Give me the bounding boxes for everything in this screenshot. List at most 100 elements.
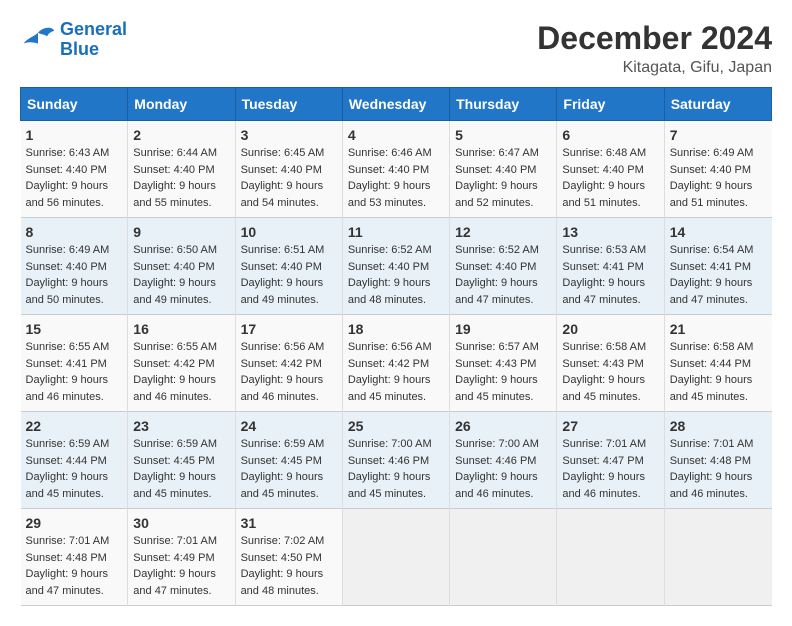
calendar-cell: 29 Sunrise: 7:01 AMSunset: 4:48 PMDayligh… [21,509,128,606]
calendar-cell: 19Sunrise: 6:57 AMSunset: 4:43 PMDayligh… [450,315,557,412]
calendar-row: 22 Sunrise: 6:59 AMSunset: 4:44 PMDayligh… [21,412,772,509]
day-number: 21 [670,321,767,337]
col-tuesday: Tuesday [235,88,342,121]
calendar-cell: 2Sunrise: 6:44 AMSunset: 4:40 PMDaylight… [128,121,235,218]
day-number: 14 [670,224,767,240]
day-number: 7 [670,127,767,143]
day-info: Sunrise: 6:43 AMSunset: 4:40 PMDaylight:… [26,145,123,211]
day-number: 31 [241,515,337,531]
calendar-cell: 27 Sunrise: 7:01 AMSunset: 4:47 PMDayligh… [557,412,664,509]
calendar-cell: 12Sunrise: 6:52 AMSunset: 4:40 PMDayligh… [450,218,557,315]
calendar-cell: 24Sunrise: 6:59 AMSunset: 4:45 PMDayligh… [235,412,342,509]
col-wednesday: Wednesday [342,88,449,121]
calendar-row: 8 Sunrise: 6:49 AMSunset: 4:40 PMDaylight… [21,218,772,315]
day-number: 29 [26,515,123,531]
day-info: Sunrise: 6:53 AMSunset: 4:41 PMDaylight:… [562,242,658,308]
day-info: Sunrise: 7:01 AMSunset: 4:49 PMDaylight:… [133,533,229,599]
day-info: Sunrise: 6:52 AMSunset: 4:40 PMDaylight:… [348,242,444,308]
day-number: 4 [348,127,444,143]
day-info: Sunrise: 6:58 AMSunset: 4:44 PMDaylight:… [670,339,767,405]
day-info: Sunrise: 6:50 AMSunset: 4:40 PMDaylight:… [133,242,229,308]
day-info: Sunrise: 7:01 AMSunset: 4:47 PMDaylight:… [562,436,658,502]
day-number: 6 [562,127,658,143]
header-row: Sunday Monday Tuesday Wednesday Thursday… [21,88,772,121]
day-info: Sunrise: 6:55 AMSunset: 4:42 PMDaylight:… [133,339,229,405]
col-monday: Monday [128,88,235,121]
day-number: 15 [26,321,123,337]
day-number: 18 [348,321,444,337]
calendar-cell: 8 Sunrise: 6:49 AMSunset: 4:40 PMDaylight… [21,218,128,315]
day-info: Sunrise: 6:56 AMSunset: 4:42 PMDaylight:… [241,339,337,405]
day-number: 16 [133,321,229,337]
calendar-cell: 31Sunrise: 7:02 AMSunset: 4:50 PMDayligh… [235,509,342,606]
calendar-cell: 13 Sunrise: 6:53 AMSunset: 4:41 PMDayligh… [557,218,664,315]
calendar-cell [342,509,449,606]
day-number: 3 [241,127,337,143]
day-info: Sunrise: 7:00 AMSunset: 4:46 PMDaylight:… [455,436,551,502]
logo-text: General Blue [60,20,127,60]
calendar-cell: 7 Sunrise: 6:49 AMSunset: 4:40 PMDaylight… [664,121,771,218]
calendar-cell: 17Sunrise: 6:56 AMSunset: 4:42 PMDayligh… [235,315,342,412]
day-number: 5 [455,127,551,143]
day-info: Sunrise: 6:54 AMSunset: 4:41 PMDaylight:… [670,242,767,308]
calendar-cell: 21 Sunrise: 6:58 AMSunset: 4:44 PMDayligh… [664,315,771,412]
calendar-table: Sunday Monday Tuesday Wednesday Thursday… [20,87,772,606]
day-number: 28 [670,418,767,434]
calendar-cell: 20 Sunrise: 6:58 AMSunset: 4:43 PMDayligh… [557,315,664,412]
day-info: Sunrise: 6:59 AMSunset: 4:45 PMDaylight:… [133,436,229,502]
calendar-cell: 26 Sunrise: 7:00 AMSunset: 4:46 PMDayligh… [450,412,557,509]
day-info: Sunrise: 6:46 AMSunset: 4:40 PMDaylight:… [348,145,444,211]
calendar-cell [557,509,664,606]
day-info: Sunrise: 6:58 AMSunset: 4:43 PMDaylight:… [562,339,658,405]
calendar-cell: 4 Sunrise: 6:46 AMSunset: 4:40 PMDaylight… [342,121,449,218]
day-number: 12 [455,224,551,240]
day-info: Sunrise: 7:01 AMSunset: 4:48 PMDaylight:… [26,533,123,599]
day-info: Sunrise: 6:59 AMSunset: 4:45 PMDaylight:… [241,436,337,502]
calendar-cell: 23 Sunrise: 6:59 AMSunset: 4:45 PMDayligh… [128,412,235,509]
calendar-cell: 18 Sunrise: 6:56 AMSunset: 4:42 PMDayligh… [342,315,449,412]
day-number: 13 [562,224,658,240]
day-number: 27 [562,418,658,434]
day-number: 23 [133,418,229,434]
col-thursday: Thursday [450,88,557,121]
day-number: 1 [26,127,123,143]
day-number: 10 [241,224,337,240]
calendar-row: 29 Sunrise: 7:01 AMSunset: 4:48 PMDayligh… [21,509,772,606]
day-number: 26 [455,418,551,434]
calendar-row: 15Sunrise: 6:55 AMSunset: 4:41 PMDayligh… [21,315,772,412]
day-info: Sunrise: 7:01 AMSunset: 4:48 PMDaylight:… [670,436,767,502]
col-sunday: Sunday [21,88,128,121]
calendar-cell: 3 Sunrise: 6:45 AMSunset: 4:40 PMDaylight… [235,121,342,218]
calendar-cell: 28 Sunrise: 7:01 AMSunset: 4:48 PMDayligh… [664,412,771,509]
calendar-cell [664,509,771,606]
day-number: 19 [455,321,551,337]
day-info: Sunrise: 6:49 AMSunset: 4:40 PMDaylight:… [670,145,767,211]
title-section: December 2024 Kitagata, Gifu, Japan [537,20,772,77]
month-title: December 2024 [537,20,772,57]
day-number: 2 [133,127,229,143]
day-info: Sunrise: 6:56 AMSunset: 4:42 PMDaylight:… [348,339,444,405]
day-number: 9 [133,224,229,240]
day-number: 22 [26,418,123,434]
day-info: Sunrise: 6:45 AMSunset: 4:40 PMDaylight:… [241,145,337,211]
day-number: 25 [348,418,444,434]
day-info: Sunrise: 6:48 AMSunset: 4:40 PMDaylight:… [562,145,658,211]
day-number: 8 [26,224,123,240]
calendar-cell: 14 Sunrise: 6:54 AMSunset: 4:41 PMDayligh… [664,218,771,315]
day-number: 20 [562,321,658,337]
logo-icon [20,25,56,55]
day-number: 30 [133,515,229,531]
calendar-cell: 1 Sunrise: 6:43 AMSunset: 4:40 PMDaylight… [21,121,128,218]
day-number: 11 [348,224,444,240]
calendar-cell: 30 Sunrise: 7:01 AMSunset: 4:49 PMDayligh… [128,509,235,606]
calendar-cell: 25Sunrise: 7:00 AMSunset: 4:46 PMDayligh… [342,412,449,509]
day-info: Sunrise: 6:59 AMSunset: 4:44 PMDaylight:… [26,436,123,502]
logo: General Blue [20,20,127,60]
day-info: Sunrise: 6:49 AMSunset: 4:40 PMDaylight:… [26,242,123,308]
calendar-row: 1 Sunrise: 6:43 AMSunset: 4:40 PMDaylight… [21,121,772,218]
calendar-cell: 22 Sunrise: 6:59 AMSunset: 4:44 PMDayligh… [21,412,128,509]
col-friday: Friday [557,88,664,121]
day-info: Sunrise: 6:47 AMSunset: 4:40 PMDaylight:… [455,145,551,211]
location: Kitagata, Gifu, Japan [537,59,772,77]
page-header: General Blue December 2024 Kitagata, Gif… [20,20,772,77]
